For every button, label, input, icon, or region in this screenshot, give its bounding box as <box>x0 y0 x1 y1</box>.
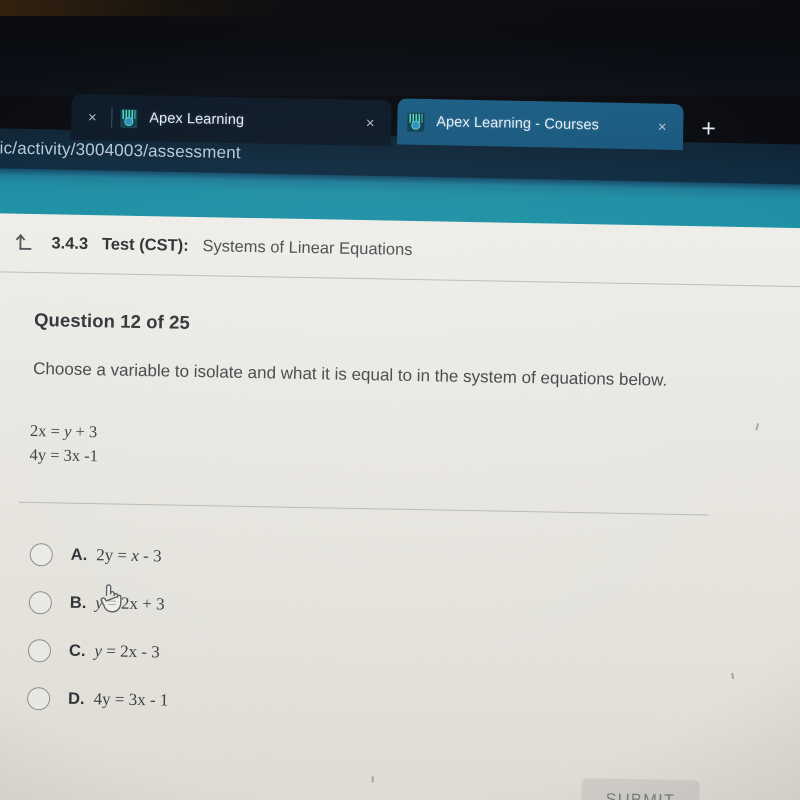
equation-line: 2x = y + 3 <box>29 420 98 442</box>
option-body: 2y = x - 3 <box>96 545 162 566</box>
system-of-equations: 2x = y + 3 4y = 3x -1 <box>29 419 98 468</box>
apex-learning-favicon <box>120 108 138 128</box>
option-letter: D. <box>67 689 85 709</box>
assessment-header: 3.4.3 Test (CST): Systems of Linear Equa… <box>13 231 413 262</box>
option-body: y = 2x - 3 <box>94 641 160 662</box>
answer-option-b-text: B. y = 2x + 3 <box>70 593 165 615</box>
option-body: y = 2x + 3 <box>95 593 165 614</box>
options-divider <box>18 501 709 516</box>
question-number: Question 12 of 25 <box>33 309 191 333</box>
tab-divider <box>111 107 113 128</box>
option-letter: A. <box>70 545 88 565</box>
photo-speck <box>731 672 734 680</box>
tab-close-icon[interactable]: × <box>651 115 673 137</box>
radio-button-b[interactable] <box>28 590 53 614</box>
photo-glare-tint <box>0 0 300 16</box>
question-prompt: Choose a variable to isolate and what it… <box>32 359 668 390</box>
submit-button[interactable]: SUBMIT <box>580 778 700 800</box>
answer-option-c-text: C. y = 2x - 3 <box>69 641 160 663</box>
tab-title: Apex Learning <box>149 110 245 129</box>
equation-line: 4y = 3x -1 <box>29 444 99 466</box>
tab-close-icon[interactable]: × <box>81 106 103 128</box>
tab-title: Apex Learning - Courses <box>436 114 600 134</box>
browser-tab-active[interactable]: Apex Learning - Courses × <box>396 98 684 151</box>
answer-option-d-text: D. 4y = 3x - 1 <box>68 689 169 711</box>
radio-button-c[interactable] <box>27 638 52 662</box>
photo-speck <box>755 423 760 431</box>
assessment-code: 3.4.3 <box>51 233 89 253</box>
photo-speck <box>371 776 374 783</box>
assessment-name: Systems of Linear Equations <box>202 236 413 259</box>
answer-option-a-text: A. 2y = x - 3 <box>71 545 162 567</box>
return-arrow-icon[interactable] <box>13 231 37 255</box>
new-tab-button[interactable]: + <box>701 114 716 142</box>
assessment-kind: Test (CST): <box>101 234 189 255</box>
assessment-title: 3.4.3 Test (CST): Systems of Linear Equa… <box>51 234 412 260</box>
assessment-page: 3.4.3 Test (CST): Systems of Linear Equa… <box>0 213 800 800</box>
radio-button-d[interactable] <box>26 686 51 710</box>
option-letter: B. <box>69 593 87 613</box>
browser-tab-inactive[interactable]: × Apex Learning × <box>70 93 392 147</box>
apex-learning-favicon <box>407 112 425 132</box>
option-letter: C. <box>68 641 86 661</box>
radio-button-a[interactable] <box>29 542 53 566</box>
header-divider <box>0 270 800 288</box>
browser-window-dark-chrome <box>0 0 800 96</box>
answer-options-list: A. 2y = x - 3 B. y = 2x + 3 C. y = 2x - 3 D… <box>26 530 670 734</box>
option-body: 4y = 3x - 1 <box>93 689 169 710</box>
tab-close-icon[interactable]: × <box>359 112 381 134</box>
phone-photo-of-screen: × Apex Learning × Apex Learning - Course… <box>0 0 800 800</box>
